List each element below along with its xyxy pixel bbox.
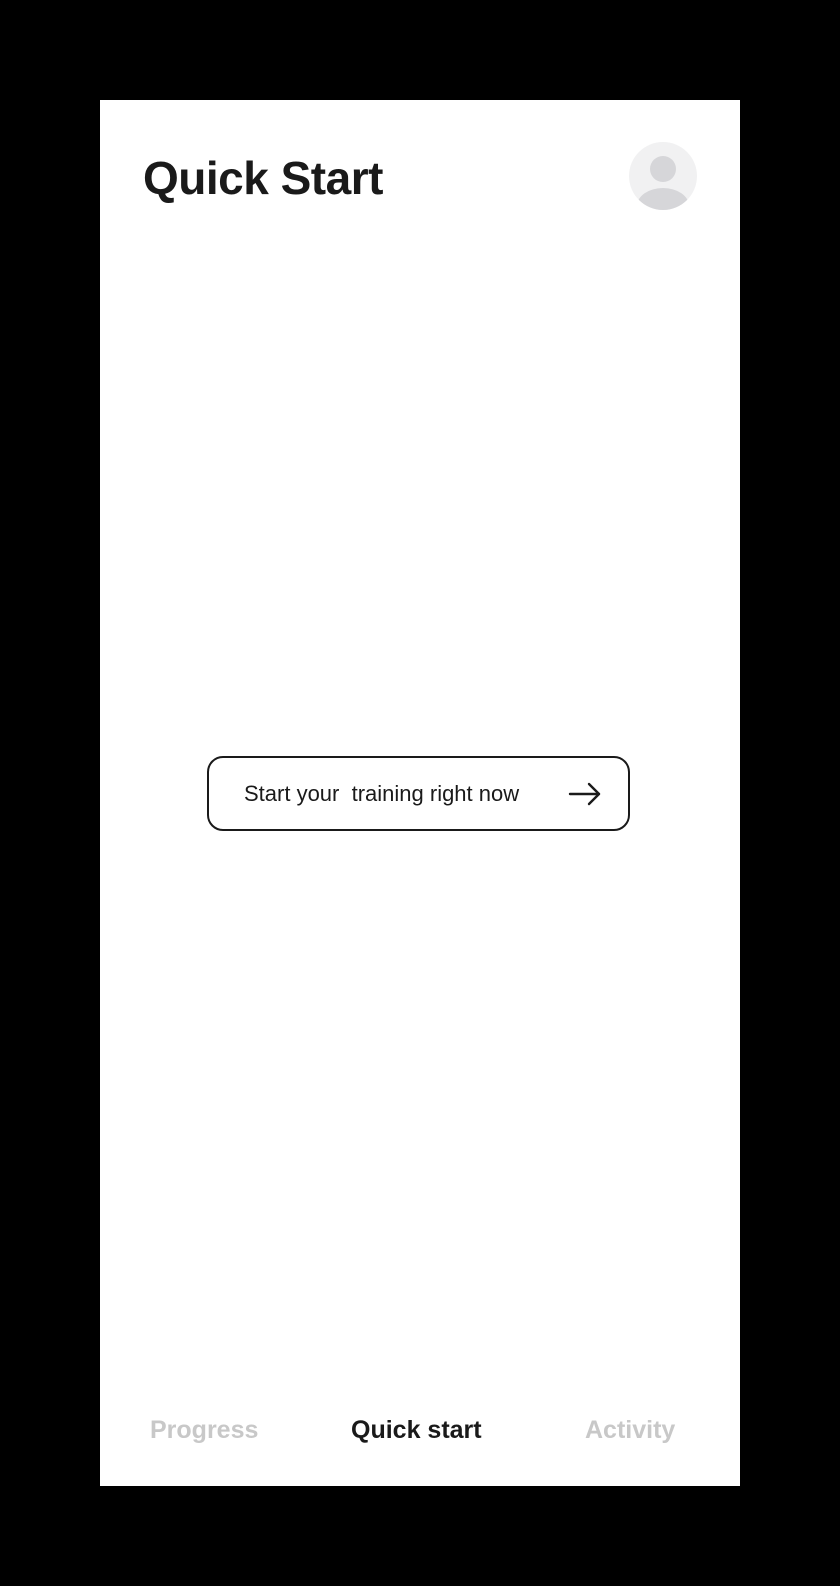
nav-item-activity[interactable]: Activity xyxy=(585,1400,675,1460)
bottom-nav: Progress Quick start Activity xyxy=(100,1400,740,1460)
page-title: Quick Start xyxy=(143,152,383,204)
nav-item-quick-start[interactable]: Quick start xyxy=(351,1400,482,1460)
user-avatar-icon xyxy=(637,156,689,210)
app-screen: Quick Start Start your training right no… xyxy=(100,100,740,1486)
arrow-right-icon xyxy=(568,782,601,805)
start-training-label: Start your training right now xyxy=(244,780,520,806)
avatar[interactable] xyxy=(629,142,697,210)
start-training-button[interactable]: Start your training right now xyxy=(207,756,630,831)
nav-item-progress[interactable]: Progress xyxy=(150,1400,258,1460)
